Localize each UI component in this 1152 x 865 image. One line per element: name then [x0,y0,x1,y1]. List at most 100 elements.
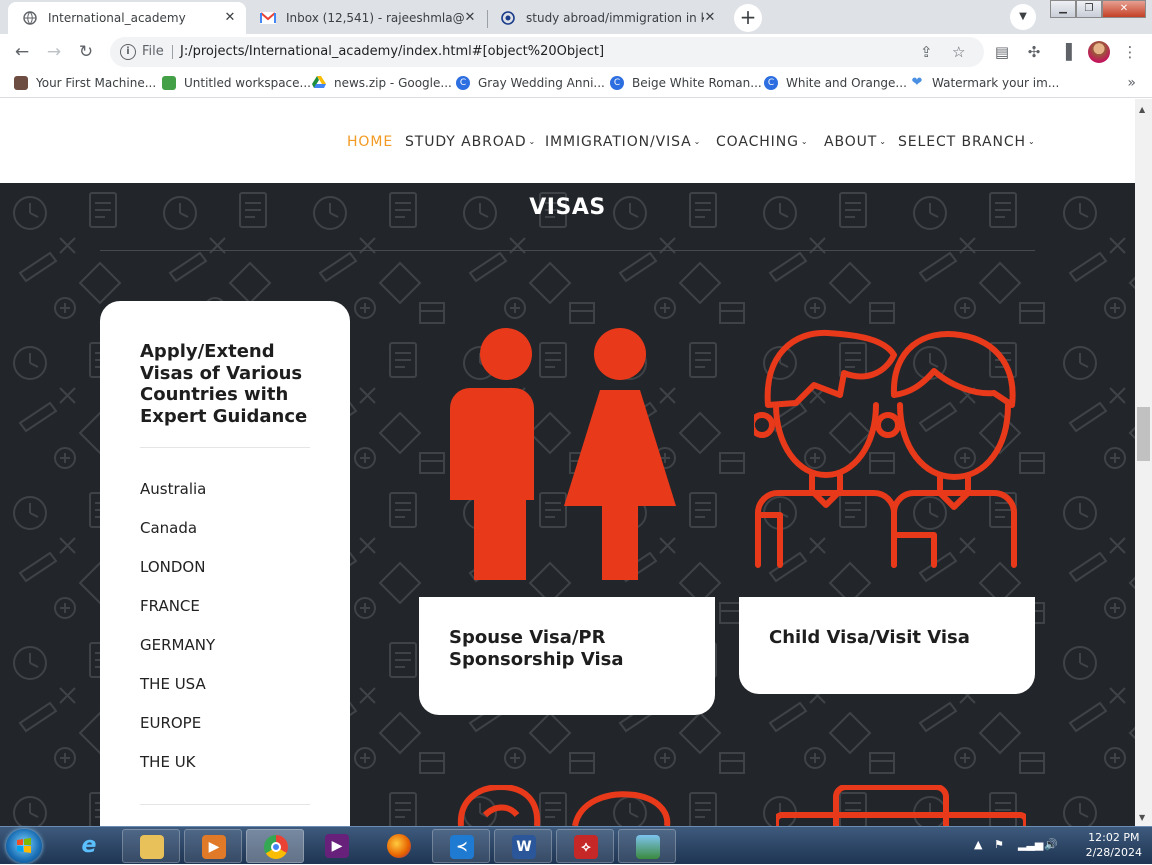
bookmark-label: Untitled workspace... [184,76,311,90]
side-panel-icon[interactable]: ▐ [1056,42,1076,62]
visa-card-child[interactable]: Child Visa/Visit Visa [739,597,1035,694]
firefox-icon [387,834,411,858]
chevron-down-icon: ▼ [1019,11,1027,22]
card-title: Child Visa/Visit Visa [769,627,970,648]
tab-title: Inbox (12,541) - rajeeshmla@gm [286,11,464,25]
more-bookmarks-button[interactable]: » [1127,75,1136,91]
scroll-down-icon[interactable]: ▼ [1139,813,1145,822]
minimize-button[interactable]: ▁ [1050,0,1076,18]
taskbar-word[interactable]: W [494,829,552,863]
taskbar-visual-studio[interactable]: ▶ [308,829,366,863]
address-bar[interactable]: i File J:/projects/International_academy… [110,37,984,67]
tab-title: study abroad/immigration in kera [526,11,704,25]
chevron-down-icon: ⌄ [800,137,809,146]
visual-studio-icon: ▶ [325,834,349,858]
bookmark-label: Gray Wedding Anni... [478,76,605,90]
window-controls: ▁ ❐ ✕ [1050,0,1146,18]
canva-icon: C [456,76,470,90]
nav-select-branch[interactable]: SELECT BRANCH ⌄ [898,134,1036,150]
forward-button[interactable]: → [42,40,66,64]
couple-icon [450,328,676,580]
sidebar-link-france[interactable]: FRANCE [140,597,200,615]
bookmark-star-icon[interactable]: ☆ [952,43,965,61]
bookmark-item[interactable]: ❤ Watermark your im... [910,76,1060,91]
sidebar-link-germany[interactable]: GERMANY [140,636,215,654]
tab-study-abroad[interactable]: study abroad/immigration in kera ✕ [486,2,726,34]
bookmark-item[interactable]: C White and Orange... [764,76,907,90]
bookmark-label: news.zip - Google... [334,76,452,90]
taskbar-internet-explorer[interactable]: e [60,829,118,863]
scroll-up-icon[interactable]: ▲ [1139,105,1145,114]
scrollbar-thumb[interactable] [1137,407,1150,461]
reading-list-icon[interactable]: ▤ [992,42,1012,62]
clock-date: 2/28/2024 [1085,846,1142,859]
visa-sidebar: Apply/Extend Visas of Various Countries … [100,301,350,826]
chevron-down-icon: ⌄ [879,137,887,146]
taskbar-vscode[interactable]: ≺ [432,829,490,863]
volume-icon[interactable]: 🔊 [1044,838,1058,851]
bookmark-item[interactable]: C Beige White Roman... [610,76,762,90]
new-tab-button[interactable]: + [734,4,762,32]
bookmark-item[interactable]: news.zip - Google... [312,76,452,90]
bookmark-item[interactable]: Untitled workspace... [162,76,311,90]
close-tab-icon[interactable]: ✕ [702,10,718,26]
nav-immigration-visa[interactable]: IMMIGRATION/VISA ⌄ [545,134,701,150]
tab-search-button[interactable]: ▼ [1010,4,1036,30]
taskbar-firefox[interactable] [370,829,428,863]
taskbar-clock[interactable]: 12:02 PM 2/28/2024 [1086,830,1142,860]
vscode-icon: ≺ [450,835,474,859]
sidebar-divider [140,447,310,448]
reload-button[interactable]: ↻ [74,40,98,64]
chevron-down-icon: ⌄ [528,137,537,146]
sidebar-divider [140,804,310,805]
nav-label: HOME [347,134,394,150]
tab-title: International_academy [48,11,186,25]
kebab-menu-icon[interactable]: ⋮ [1120,42,1140,62]
page-scrollbar[interactable]: ▲ ▼ [1135,99,1152,826]
share-icon[interactable]: ⇪ [920,43,933,61]
sidebar-link-australia[interactable]: Australia [140,480,206,498]
workspace-icon [162,76,176,90]
info-icon[interactable]: i [120,44,136,60]
system-tray: ▲ ⚑ ▂▃▅ 🔊 12:02 PM 2/28/2024 [972,827,1152,865]
taskbar-file-explorer[interactable] [122,829,180,863]
arrow-right-icon: → [46,42,62,62]
sidebar-link-canada[interactable]: Canada [140,519,197,537]
sidebar-link-europe[interactable]: EUROPE [140,714,201,732]
nav-about[interactable]: ABOUT ⌄ [824,134,887,150]
nav-home[interactable]: HOME [347,134,393,150]
sidebar-heading: Apply/Extend Visas of Various Countries … [140,341,308,427]
photo-viewer-icon [636,835,660,859]
nav-coaching[interactable]: COACHING ⌄ [716,134,808,150]
close-tab-icon[interactable]: ✕ [462,10,478,26]
network-icon[interactable]: ▂▃▅ [1018,838,1043,851]
start-button[interactable] [6,829,42,863]
show-hidden-icons[interactable]: ▲ [974,838,982,851]
extensions-icon[interactable]: ✣ [1024,42,1044,62]
taskbar-media-player[interactable]: ▶ [184,829,242,863]
bookmark-item[interactable]: Your First Machine... [14,76,156,90]
tab-gmail-inbox[interactable]: Inbox (12,541) - rajeeshmla@gm ✕ [246,2,486,34]
section-divider [100,250,1035,251]
action-center-flag-icon[interactable]: ⚑ [994,838,1004,851]
nav-study-abroad[interactable]: STUDY ABROAD ⌄ [405,134,536,150]
restore-button[interactable]: ❐ [1076,0,1102,18]
page-icon [14,76,28,90]
bookmark-item[interactable]: C Gray Wedding Anni... [456,76,605,90]
visa-card-spouse[interactable]: Spouse Visa/PR Sponsorship Visa [419,597,715,715]
close-tab-icon[interactable]: ✕ [222,10,238,26]
sidebar-link-london[interactable]: LONDON [140,558,205,576]
url-text[interactable]: J:/projects/International_academy/index.… [180,44,604,59]
sidebar-link-the-usa[interactable]: THE USA [140,675,206,693]
profile-avatar[interactable] [1088,41,1110,63]
drive-icon [312,76,326,90]
close-window-button[interactable]: ✕ [1102,0,1146,18]
reload-icon: ↻ [78,42,94,62]
taskbar-photo-viewer[interactable] [618,829,676,863]
back-button[interactable]: ← [10,40,34,64]
taskbar-acrobat[interactable]: ⟡ [556,829,614,863]
sidebar-link-the-uk[interactable]: THE UK [140,753,196,771]
nav-label: STUDY ABROAD [405,134,527,150]
tab-international-academy[interactable]: International_academy ✕ [8,2,246,34]
taskbar-chrome[interactable] [246,829,304,863]
